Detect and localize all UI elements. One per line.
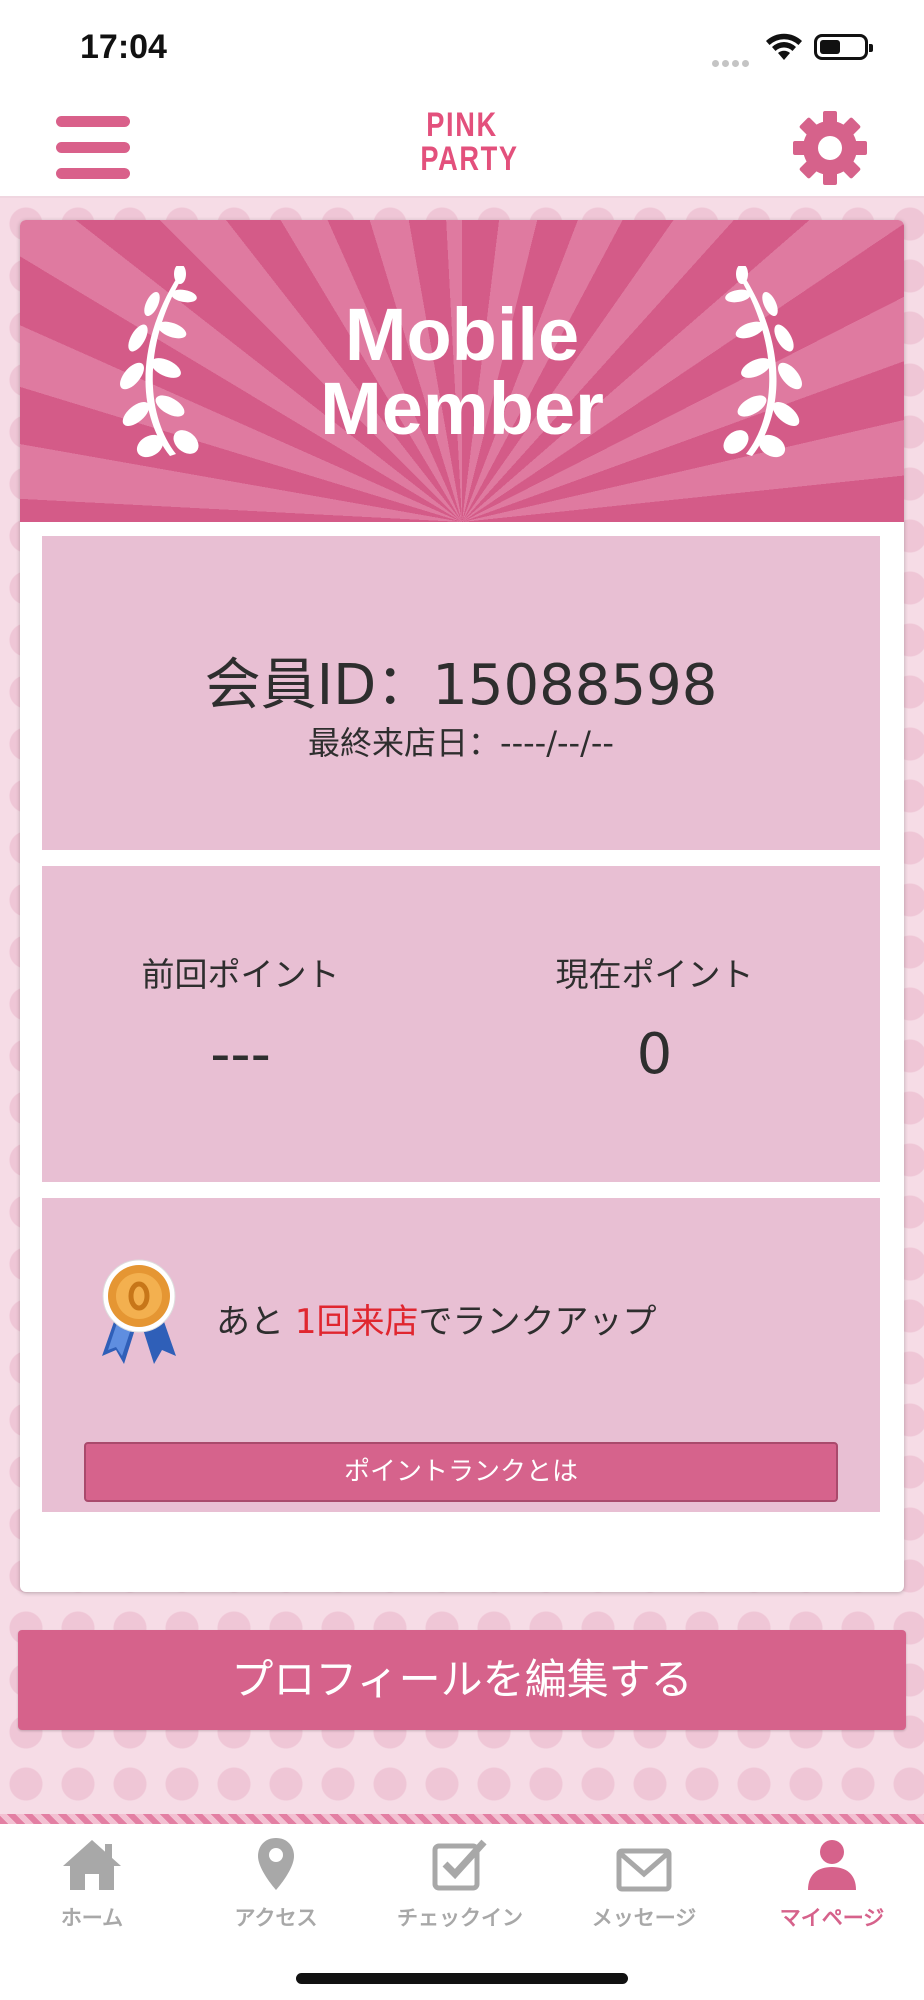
previous-points-value: --- — [210, 1022, 271, 1087]
rankup-suffix: でランクアップ — [418, 1302, 657, 1342]
map-pin-icon — [258, 1838, 294, 1890]
status-time: 17:04 — [80, 28, 167, 66]
points-panel: 前回ポイント --- 現在ポイント 0 — [42, 866, 880, 1182]
status-bar: 17:04 — [0, 0, 924, 96]
menu-bar-icon — [56, 142, 130, 153]
member-banner: Mobile Member — [20, 220, 904, 522]
home-indicator — [296, 1973, 628, 1984]
tab-mypage[interactable]: マイページ — [740, 1830, 924, 1940]
rankup-prefix: あと — [216, 1302, 295, 1342]
app-header: PINK PARTY — [0, 96, 924, 198]
current-points: 現在ポイント 0 — [461, 948, 880, 1087]
tab-home[interactable]: ホーム — [0, 1830, 184, 1940]
tab-access[interactable]: アクセス — [184, 1830, 368, 1940]
checkin-icon — [432, 1839, 487, 1891]
settings-gear-icon[interactable] — [792, 110, 868, 186]
battery-icon — [814, 34, 873, 60]
tab-access-label: アクセス — [234, 1906, 318, 1930]
member-card: Mobile Member 会員ID：15088598 最終来店日：----/-… — [20, 220, 904, 1592]
last-visit-date: 最終来店日：----/--/-- — [308, 724, 614, 762]
mail-icon — [616, 1848, 672, 1892]
current-points-label: 現在ポイント — [555, 955, 754, 994]
menu-bar-icon — [56, 116, 130, 127]
tabbar-divider — [0, 1814, 924, 1824]
previous-points-label: 前回ポイント — [141, 955, 340, 994]
point-rank-info-button[interactable]: ポイントランクとは — [84, 1442, 838, 1502]
tab-mypage-label: マイページ — [779, 1906, 885, 1930]
rankup-message: あと 1回来店でランクアップ — [216, 1294, 656, 1343]
tab-checkin[interactable]: チェックイン — [368, 1830, 552, 1940]
tab-message[interactable]: メッセージ — [552, 1830, 736, 1940]
member-id-panel: 会員ID：15088598 最終来店日：----/--/-- — [42, 536, 880, 850]
previous-points: 前回ポイント --- — [42, 948, 461, 1087]
menu-bar-icon — [56, 168, 130, 179]
tab-checkin-label: チェックイン — [397, 1906, 523, 1930]
app-logo: PINK PARTY — [410, 106, 519, 178]
current-points-value: 0 — [636, 1022, 673, 1087]
member-id: 会員ID：15088598 — [204, 653, 718, 718]
rank-panel: あと 1回来店でランクアップ ポイントランクとは — [42, 1198, 880, 1512]
logo-line-1: PINK — [426, 106, 498, 144]
wifi-icon — [766, 33, 802, 60]
logo-line-2: PARTY — [420, 140, 519, 178]
user-icon — [808, 1840, 856, 1890]
bronze-medal-icon — [102, 1259, 176, 1364]
tab-message-label: メッセージ — [591, 1906, 697, 1930]
laurel-right-icon — [723, 266, 802, 458]
hamburger-menu-button[interactable] — [56, 116, 130, 180]
home-icon — [63, 1840, 121, 1890]
edit-profile-button[interactable]: プロフィールを編集する — [18, 1630, 906, 1730]
cellular-signal-icon — [712, 52, 756, 67]
tab-home-label: ホーム — [60, 1906, 124, 1930]
rankup-visits-highlight: 1回来店 — [294, 1302, 419, 1342]
